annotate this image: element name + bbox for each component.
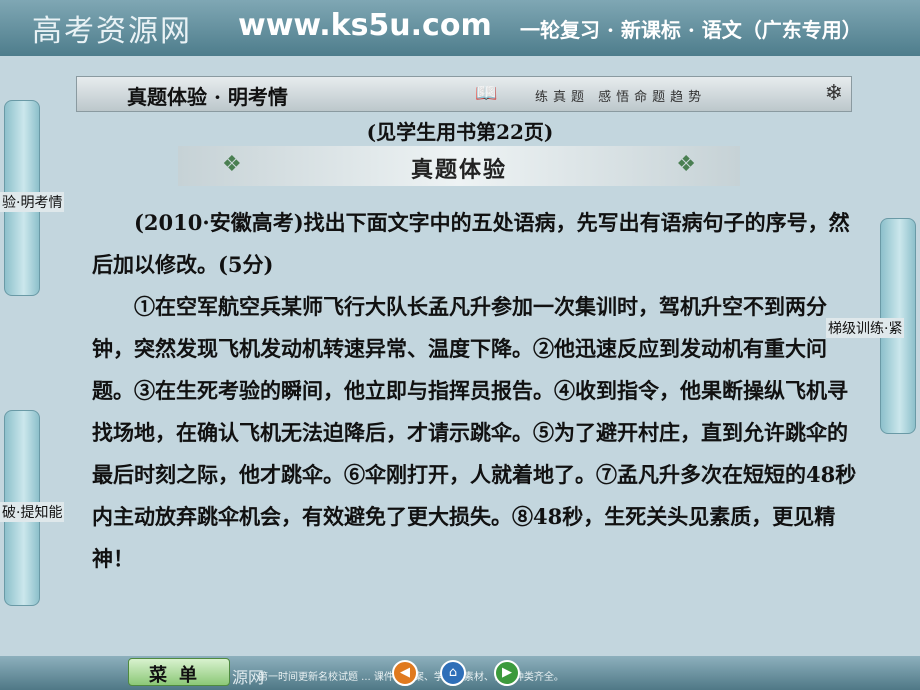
book-page-reference: (见学生用书第22页): [366, 120, 554, 144]
side-tab-left-top-label[interactable]: 验·明考情: [0, 192, 65, 212]
prev-arrow-icon[interactable]: ◀: [392, 660, 418, 686]
home-icon[interactable]: ⌂: [440, 660, 466, 686]
banner-title: 真题体验 · 明考情: [127, 85, 288, 109]
course-series-title: 一轮复习 · 新课标 · 语文（广东专用）: [520, 18, 862, 42]
sub-section-title: 真题体验: [410, 157, 507, 183]
brand-logo: 高考资源网: [32, 14, 192, 49]
question-body: ①在空军航空兵某师飞行大队长孟凡升参加一次集训时，驾机升空不到两分钟，突然发现飞…: [92, 294, 857, 571]
ornament-right-icon: ❖: [676, 152, 696, 177]
side-tab-left-bottom-label[interactable]: 破·提知能: [0, 502, 65, 522]
next-arrow-icon[interactable]: ▶: [494, 660, 520, 686]
sub-section-banner: ❖ 真题体验 ❖: [178, 146, 740, 186]
menu-button-label[interactable]: 菜单: [129, 661, 229, 687]
snowflake-icon: ❄: [824, 81, 843, 106]
menu-button[interactable]: 菜单: [128, 658, 230, 686]
section-banner: 真题体验 · 明考情 📖 练真题 感悟命题趋势 ❄: [76, 76, 852, 112]
book-icon: 📖: [475, 83, 498, 104]
site-url[interactable]: www.ks5u.com: [238, 8, 492, 43]
question-intro: (2010·安徽高考)找出下面文字中的五处语病，先写出有语病句子的序号，然后加以…: [92, 210, 850, 277]
banner-subtitle: 练真题 感悟命题趋势: [535, 90, 707, 105]
top-header-bar: 高考资源网 www.ks5u.com 一轮复习 · 新课标 · 语文（广东专用）: [0, 0, 920, 56]
question-content: (2010·安徽高考)找出下面文字中的五处语病，先写出有语病句子的序号，然后加以…: [92, 202, 862, 580]
